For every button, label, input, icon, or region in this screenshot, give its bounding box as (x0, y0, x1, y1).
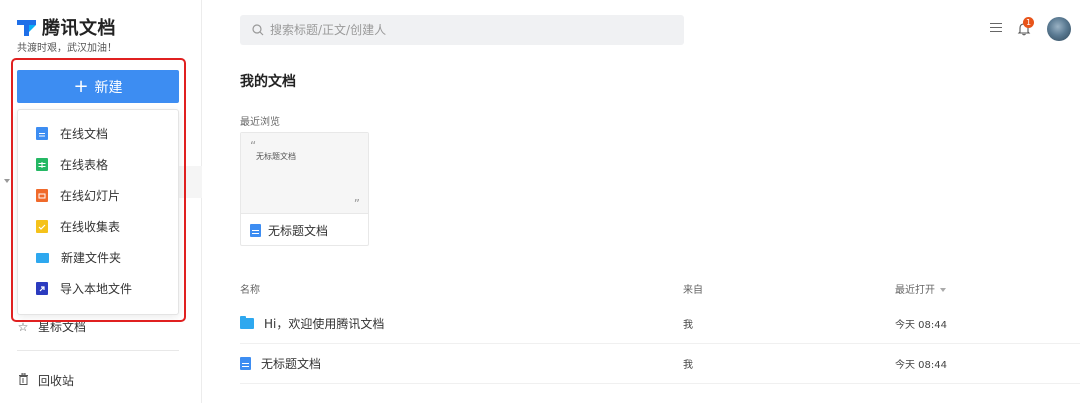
search-icon (252, 24, 264, 36)
folder-icon (240, 316, 254, 329)
row-divider (240, 383, 1080, 384)
user-avatar[interactable] (1047, 17, 1071, 41)
card-preview: “ 无标题文档 ” (241, 133, 368, 214)
recent-section-label: 最近浏览 (240, 117, 280, 128)
search-bar[interactable] (240, 15, 684, 45)
hamburger-menu-icon[interactable] (990, 23, 1002, 35)
row-name: 无标题文档 (261, 357, 322, 371)
table-row[interactable]: Hi，欢迎使用腾讯文档 我 今天 08:44 (240, 304, 1080, 343)
notification-badge: 1 (1023, 17, 1034, 28)
row-name-cell: 无标题文档 (240, 344, 321, 383)
column-header-from[interactable]: 来自 (683, 281, 703, 296)
row-from: 我 (683, 320, 693, 331)
row-time: 今天 08:44 (895, 360, 947, 371)
table-row[interactable]: 无标题文档 我 今天 08:44 (240, 344, 1080, 383)
tencent-docs-logo-icon (16, 17, 38, 37)
trash-icon (17, 372, 29, 388)
highlight-annotation (11, 58, 186, 322)
column-header-label: 最近打开 (895, 285, 935, 296)
doc-icon (240, 357, 251, 370)
card-title: 无标题文档 (268, 223, 329, 238)
sidebar-item-label: 回收站 (38, 374, 75, 388)
row-name-cell: Hi，欢迎使用腾讯文档 (240, 304, 384, 343)
recent-doc-card[interactable]: “ 无标题文档 ” 无标题文档 (240, 132, 369, 246)
row-time: 今天 08:44 (895, 320, 947, 331)
search-input[interactable] (270, 23, 670, 37)
page-title: 我的文档 (240, 74, 296, 90)
app-subtitle: 共渡时艰，武汉加油！ (17, 43, 117, 54)
column-header-name[interactable]: 名称 (240, 281, 260, 296)
collapse-arrow-icon[interactable] (4, 179, 10, 183)
app-logo[interactable]: 腾讯文档 (16, 14, 116, 40)
sidebar-item-trash[interactable]: 回收站 (17, 372, 74, 389)
column-header-last-opened[interactable]: 最近打开 (895, 281, 946, 296)
row-name: Hi，欢迎使用腾讯文档 (264, 317, 385, 331)
sidebar-divider (17, 350, 179, 351)
card-footer: 无标题文档 (241, 214, 368, 246)
app-title: 腾讯文档 (42, 18, 116, 39)
card-preview-text: 无标题文档 (256, 152, 296, 161)
sort-down-icon (940, 288, 946, 292)
close-quote-icon: ” (353, 197, 360, 211)
row-from: 我 (683, 360, 693, 371)
doc-icon (250, 223, 261, 237)
